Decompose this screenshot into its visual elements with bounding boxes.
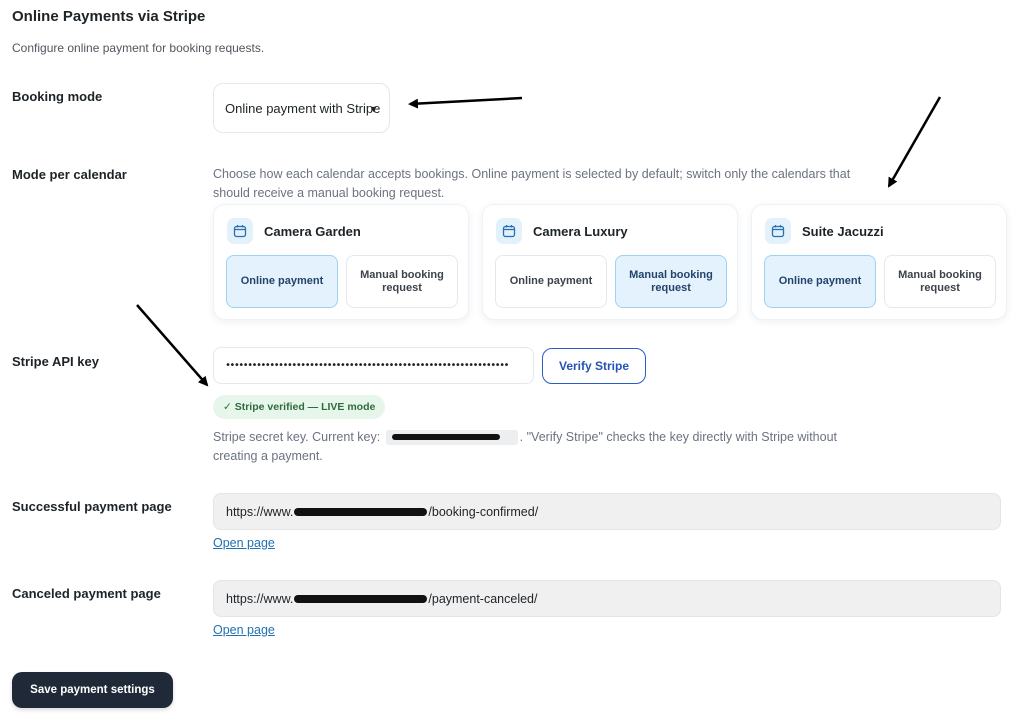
option-manual-booking-request[interactable]: Manual booking request — [884, 255, 996, 308]
calendar-card-camera-luxury: Camera Luxury Online payment Manual book… — [482, 204, 738, 320]
canceled-page-label: Canceled payment page — [12, 586, 161, 601]
stripe-verified-badge: ✓ Stripe verified — LIVE mode — [213, 395, 386, 419]
canceled-page-open-link[interactable]: Open page — [213, 623, 275, 637]
booking-mode-select[interactable]: Online payment with Stripe ▼ — [213, 83, 390, 133]
calendar-card-header: Camera Luxury — [496, 218, 628, 244]
url-suffix: /payment-canceled/ — [428, 591, 538, 606]
calendar-icon — [496, 218, 522, 244]
calendar-name: Camera Garden — [264, 223, 361, 239]
option-online-payment[interactable]: Online payment — [226, 255, 338, 308]
page-description: Configure online payment for booking req… — [12, 41, 265, 55]
arrow-annotation — [887, 96, 942, 188]
stripe-api-key-hint: Stripe secret key. Current key: . "Verif… — [213, 428, 913, 466]
stripe-api-key-input[interactable]: ••••••••••••••••••••••••••••••••••••••••… — [213, 347, 534, 384]
calendar-icon — [227, 218, 253, 244]
redacted-domain — [294, 594, 428, 603]
calendar-card-header: Camera Garden — [227, 218, 361, 244]
url-prefix: https://www. — [226, 591, 294, 606]
canceled-page-url-input[interactable]: https://www. /payment-canceled/ — [213, 580, 1001, 617]
verify-stripe-button[interactable]: Verify Stripe — [542, 348, 646, 384]
url-prefix: https://www. — [226, 504, 294, 519]
calendar-name: Camera Luxury — [533, 223, 628, 239]
stripe-api-key-label: Stripe API key — [12, 354, 99, 369]
calendar-card-camera-garden: Camera Garden Online payment Manual book… — [213, 204, 469, 320]
hint-prefix: Stripe secret key. Current key: — [213, 430, 381, 444]
redacted-current-key — [385, 430, 518, 446]
option-manual-booking-request[interactable]: Manual booking request — [615, 255, 727, 308]
successful-page-url-input[interactable]: https://www. /booking-confirmed/ — [213, 493, 1001, 530]
hint-line-2: creating a payment. — [213, 449, 323, 463]
calendar-name: Suite Jacuzzi — [802, 223, 884, 239]
calendar-icon — [765, 218, 791, 244]
calendar-card-suite-jacuzzi: Suite Jacuzzi Online payment Manual book… — [751, 204, 1007, 320]
booking-mode-label: Booking mode — [12, 89, 103, 104]
successful-page-label: Successful payment page — [12, 499, 172, 514]
option-manual-booking-request[interactable]: Manual booking request — [346, 255, 458, 308]
booking-mode-selected: Online payment with Stripe — [225, 100, 381, 116]
chevron-down-icon: ▼ — [369, 104, 378, 114]
page-title: Online Payments via Stripe — [12, 8, 206, 25]
mode-per-calendar-label: Mode per calendar — [12, 167, 127, 182]
option-online-payment[interactable]: Online payment — [764, 255, 876, 308]
mode-per-calendar-hint: Choose how each calendar accepts booking… — [213, 167, 851, 200]
hint-suffix: . "Verify Stripe" checks the key directl… — [519, 430, 838, 444]
arrow-annotation — [136, 304, 209, 387]
url-suffix: /booking-confirmed/ — [428, 504, 539, 519]
arrow-annotation — [408, 96, 523, 109]
save-payment-settings-button[interactable]: Save payment settings — [12, 672, 173, 708]
option-online-payment[interactable]: Online payment — [495, 255, 607, 308]
successful-page-open-link[interactable]: Open page — [213, 536, 275, 550]
calendar-card-header: Suite Jacuzzi — [765, 218, 884, 244]
redacted-domain — [294, 507, 428, 516]
